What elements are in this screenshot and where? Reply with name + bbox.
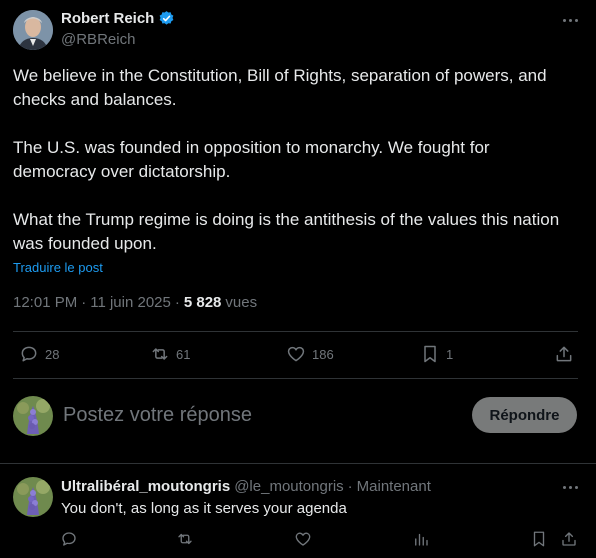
- divider: [13, 331, 578, 332]
- analytics-icon: [415, 533, 428, 546]
- post-meta: 12:01 PM · 11 juin 2025 · 5 828 vues: [13, 294, 257, 311]
- reply-repost-button[interactable]: [176, 530, 194, 548]
- repost-icon: [152, 348, 168, 360]
- meta-separator: ·: [347, 478, 353, 495]
- share-icon: [562, 532, 576, 546]
- more-horizontal-icon[interactable]: [560, 480, 580, 494]
- reply-icon: [62, 532, 76, 546]
- repost-icon: [178, 533, 192, 545]
- reply-author-avatar[interactable]: [13, 477, 53, 517]
- like-button[interactable]: 186: [286, 344, 334, 364]
- reply-text: You don't, as long as it serves your age…: [61, 500, 347, 517]
- reply-views-button[interactable]: [412, 530, 430, 548]
- translate-post-link[interactable]: Traduire le post: [13, 260, 103, 275]
- views-count: 5 828: [183, 294, 222, 311]
- reply-count: 28: [45, 346, 60, 362]
- reply-author-handle[interactable]: @le_moutongris: [234, 478, 343, 495]
- bookmark-icon: [424, 345, 436, 363]
- post-paragraph-2: The U.S. was founded in opposition to mo…: [13, 138, 490, 181]
- author-avatar[interactable]: [13, 10, 53, 50]
- post-paragraph-3: What the Trump regime is doing is the an…: [13, 210, 560, 253]
- meta-separator: ·: [81, 294, 87, 311]
- reply-share-button[interactable]: [560, 530, 578, 548]
- divider: [0, 463, 596, 464]
- heart-icon: [295, 532, 311, 546]
- reply-author-name[interactable]: Ultralibéral_moutongris: [61, 478, 230, 495]
- author-handle[interactable]: @RBReich: [61, 31, 135, 48]
- bookmark-button[interactable]: 1: [420, 344, 453, 364]
- verified-badge-icon: [158, 10, 175, 27]
- reply-bookmark-button[interactable]: [530, 530, 548, 548]
- post-paragraph-1: We believe in the Constitution, Bill of …: [13, 66, 547, 109]
- bookmark-icon: [533, 531, 545, 547]
- heart-icon: [287, 346, 305, 362]
- like-count: 186: [312, 346, 334, 362]
- reply-icon: [21, 346, 37, 362]
- reply-compose-input[interactable]: [63, 400, 453, 430]
- repost-button[interactable]: 61: [150, 344, 190, 364]
- reply-submit-button[interactable]: Répondre: [472, 397, 577, 433]
- reply-reply-button[interactable]: [60, 530, 78, 548]
- author-name[interactable]: Robert Reich: [61, 10, 154, 27]
- post-date[interactable]: 11 juin 2025: [90, 294, 171, 311]
- post-time[interactable]: 12:01 PM: [13, 294, 77, 311]
- meta-separator: ·: [174, 294, 180, 311]
- bookmark-count: 1: [446, 346, 454, 362]
- reply-header: Ultralibéral_moutongris @le_moutongris ·…: [61, 478, 431, 495]
- share-button[interactable]: [554, 344, 574, 364]
- reply-time[interactable]: Maintenant: [357, 478, 431, 495]
- reply-like-button[interactable]: [294, 530, 312, 548]
- repost-count: 61: [176, 346, 191, 362]
- reply-button[interactable]: 28: [19, 344, 59, 364]
- share-icon: [556, 346, 572, 362]
- current-user-avatar[interactable]: [13, 396, 53, 436]
- views-label: vues: [225, 294, 258, 311]
- divider: [13, 378, 578, 379]
- more-horizontal-icon[interactable]: [560, 12, 580, 28]
